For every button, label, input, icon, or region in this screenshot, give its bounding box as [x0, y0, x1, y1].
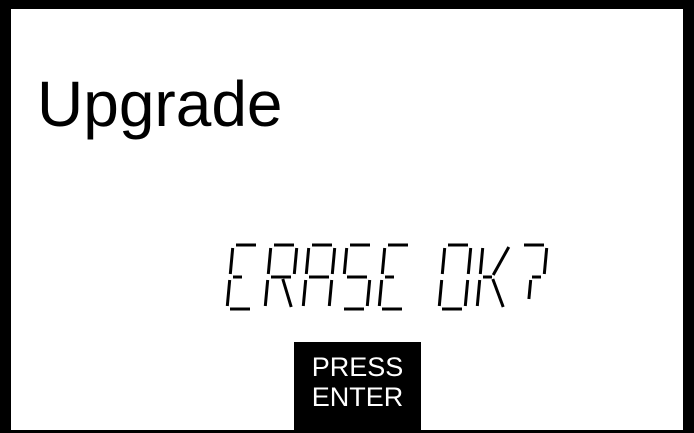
screen-title: Upgrade — [37, 68, 283, 140]
press-enter-button[interactable]: PRESS ENTER — [294, 342, 421, 430]
press-enter-line1: PRESS — [311, 352, 404, 382]
press-enter-line2: ENTER — [311, 382, 404, 412]
segment-display-message — [225, 243, 549, 311]
